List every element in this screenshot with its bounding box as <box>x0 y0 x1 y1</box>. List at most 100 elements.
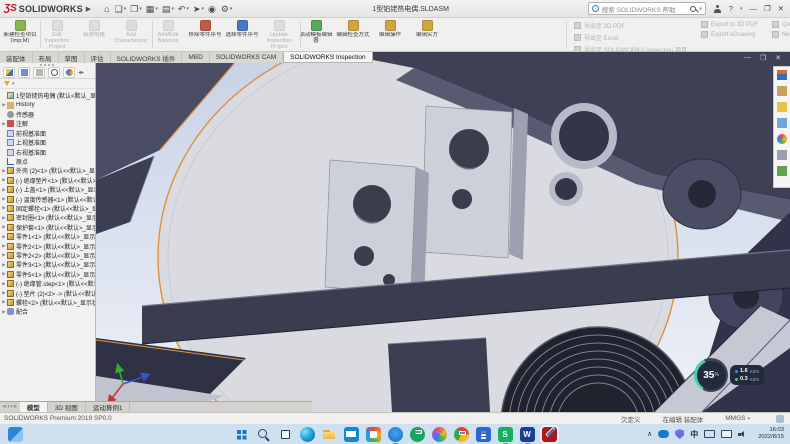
360-browser-icon[interactable] <box>410 427 425 442</box>
minimize-button[interactable]: — <box>749 4 757 13</box>
search-caret[interactable]: ▾ <box>699 6 702 12</box>
edit-inspection-methods-button[interactable]: 编辑检查方式 <box>335 19 371 50</box>
reader-app-icon[interactable] <box>476 427 491 442</box>
edit-vendors-button[interactable]: 编辑实方 <box>409 19 445 50</box>
ribbon-tab[interactable]: 装配体 <box>0 52 33 63</box>
tree-item[interactable]: ▶ (-) 温度传感器<1> (默认<<默认>_ <box>1 194 95 203</box>
cloud-drive-icon[interactable] <box>388 427 403 442</box>
restore-button[interactable]: ❐ <box>764 4 771 13</box>
last-tab-arrow[interactable]: » <box>13 404 16 410</box>
remove-balloon-button[interactable]: 移除零件序号 <box>187 19 223 50</box>
panel-tabs-overflow[interactable]: ◂▸ <box>78 69 84 76</box>
forum-icon[interactable] <box>777 166 787 176</box>
browser-icon[interactable] <box>432 427 447 442</box>
doc-restore-button[interactable]: ❐ <box>760 54 766 62</box>
tree-item[interactable]: ▶ 零件2<2> (默认<<默认>_显示状态 <box>1 251 95 260</box>
tree-item[interactable]: 上视基准面 <box>1 138 95 147</box>
prev-tab-arrow[interactable]: ‹ <box>7 404 9 410</box>
net-inspect-button[interactable]: Net-Inspect <box>772 31 790 38</box>
ribbon-tab[interactable]: SOLIDWORKS 插件 <box>111 52 183 63</box>
tree-item[interactable]: ▶ (-) 垫片 (2)<2> -> (默认<<默认>_ <box>1 288 95 297</box>
export-2d-pdf-button[interactable]: 导出至 2D PDF <box>574 21 687 30</box>
tree-item[interactable]: ▶ 零件3<1> (默认<<默认>_显示状态 <box>1 260 95 269</box>
open-icon[interactable]: ❒▾ <box>129 2 143 16</box>
qualityxpert-button[interactable]: QualityXpert <box>772 21 790 28</box>
next-tab-arrow[interactable]: › <box>10 404 12 410</box>
file-explorer-icon[interactable] <box>777 102 787 112</box>
tree-item[interactable]: ▶ 密封圈<1> (默认<<默认>_显示状 <box>1 213 95 222</box>
save-icon[interactable]: ▦▾ <box>145 2 159 16</box>
home-icon[interactable]: ⌂ <box>103 2 111 16</box>
add-edit-balloons-button[interactable]: Add/Edit Balloons <box>150 19 186 50</box>
configurationmanager-tab-icon[interactable] <box>18 67 30 78</box>
select-balloon-button[interactable]: 选择零件序号 <box>224 19 260 50</box>
edit-inspection-project-button[interactable]: Edit Inspection Project <box>39 19 75 50</box>
edit-operations-button[interactable]: 编辑操作 <box>372 19 408 50</box>
wps-office-icon[interactable]: S <box>498 427 513 442</box>
help-button[interactable]: ? <box>729 4 733 13</box>
tree-item[interactable]: ▶ 外壳 (2)<1> (默认<<默认>_显示状 <box>1 166 95 175</box>
custom-properties-icon[interactable] <box>777 150 787 160</box>
featuremanager-tab-icon[interactable] <box>3 67 15 78</box>
solidworks-app-icon[interactable] <box>542 427 557 442</box>
tree-item[interactable]: ▶ 保护套<1> (默认<<默认>_显示状 <box>1 223 95 232</box>
propertymanager-tab-icon[interactable] <box>33 67 45 78</box>
add-characteristic-button[interactable]: Add Characteristic <box>113 19 149 50</box>
tree-item[interactable]: ▶ (-) 上盖<1> (默认<<默认>_显示状 <box>1 185 95 194</box>
tree-item[interactable]: ▶ History <box>1 101 95 110</box>
unit-system-selector[interactable]: MMGS ▾ <box>725 415 750 422</box>
ribbon-tab[interactable]: SOLIDWORKS CAM <box>210 52 283 63</box>
ribbon-tab[interactable]: 草图 <box>59 52 85 63</box>
volume-icon[interactable] <box>738 429 748 439</box>
performance-overlay[interactable]: 35 % 1.6 KB/s 0.3 KB/s <box>694 358 764 392</box>
tree-item[interactable]: ▶ 零件2<1> (默认<<默认>_显示状态 <box>1 241 95 250</box>
doc-close-button[interactable]: ✕ <box>775 54 781 62</box>
dimxpertmanager-tab-icon[interactable] <box>48 67 60 78</box>
displaymanager-tab-icon[interactable] <box>63 67 75 78</box>
tree-item[interactable]: ▶ 固定螺栓<1> (默认<<默认>_显示 <box>1 204 95 213</box>
tree-item[interactable]: ▶ 零件5<1> (默认<<默认>_显示状态 <box>1 270 95 279</box>
launch-template-editor-button[interactable]: 启动模板编辑器 <box>298 19 334 50</box>
solidworks-resources-icon[interactable] <box>777 70 787 80</box>
first-tab-arrow[interactable]: « <box>3 404 6 410</box>
ribbon-tab[interactable]: MBD <box>182 52 209 63</box>
help-search-box[interactable]: 搜索 SOLIDWORKS 帮助 ▾ <box>588 2 706 15</box>
tree-item[interactable]: 传感器 <box>1 110 95 119</box>
document-tab[interactable]: 模型 <box>20 402 48 412</box>
update-inspection-project-button[interactable]: Update Inspection Project <box>261 19 297 50</box>
search-icon[interactable] <box>690 6 696 12</box>
start-button-icon[interactable] <box>234 427 249 442</box>
3d-model-view[interactable] <box>96 52 790 412</box>
export-excel-button[interactable]: 导出至 Excel <box>574 33 687 42</box>
doc-minimize-button[interactable]: — <box>744 54 751 62</box>
task-view-icon[interactable] <box>278 427 293 442</box>
ribbon-tab[interactable]: 布局 <box>33 52 59 63</box>
document-tab[interactable]: 运动算例1 <box>86 402 131 412</box>
tree-item[interactable]: 前视基准面 <box>1 129 95 138</box>
graphics-area[interactable]: — ❐ ✕ 35 % <box>96 52 790 412</box>
ribbon-tab[interactable]: 评估 <box>85 52 111 63</box>
rebuild-icon[interactable]: ◉ <box>207 2 218 16</box>
new-inspection-project-button[interactable]: 新建检查项目 (imp;M) <box>2 19 38 50</box>
design-library-icon[interactable] <box>777 86 787 96</box>
tree-item[interactable]: ▶ (-) 绝缘垫片<1> (默认<<默认>_显 <box>1 176 95 185</box>
tree-item[interactable]: ▶ (-) 绝缘管.step<1> (默认<<默认> <box>1 279 95 288</box>
search-input[interactable]: 搜索 SOLIDWORKS 帮助 <box>602 4 687 14</box>
chrome-icon[interactable] <box>454 427 469 442</box>
edge-browser-icon[interactable] <box>300 427 315 442</box>
search-icon[interactable] <box>256 427 271 442</box>
writer-app-icon[interactable]: W <box>520 427 535 442</box>
tree-item[interactable]: ▶ 零件1<1> (默认<<默认>_显示状态 <box>1 232 95 241</box>
status-tag-icon[interactable] <box>776 415 784 423</box>
export-edrawing-button[interactable]: Export eDrawing <box>701 31 758 38</box>
view-palette-icon[interactable] <box>777 118 787 128</box>
export-3d-pdf-button[interactable]: Export to 3D PDF <box>701 21 758 28</box>
file-explorer-icon[interactable] <box>322 427 337 442</box>
login-user-icon[interactable] <box>714 5 722 13</box>
document-tab[interactable]: 3D 视图 <box>48 402 86 412</box>
select-icon[interactable]: ➤▾ <box>192 2 205 16</box>
tree-item[interactable]: ▶ 配合 <box>1 307 95 316</box>
options-icon[interactable]: ⚙▾ <box>220 2 234 16</box>
tree-item[interactable]: 原点 <box>1 157 95 166</box>
photos-icon[interactable] <box>366 427 381 442</box>
